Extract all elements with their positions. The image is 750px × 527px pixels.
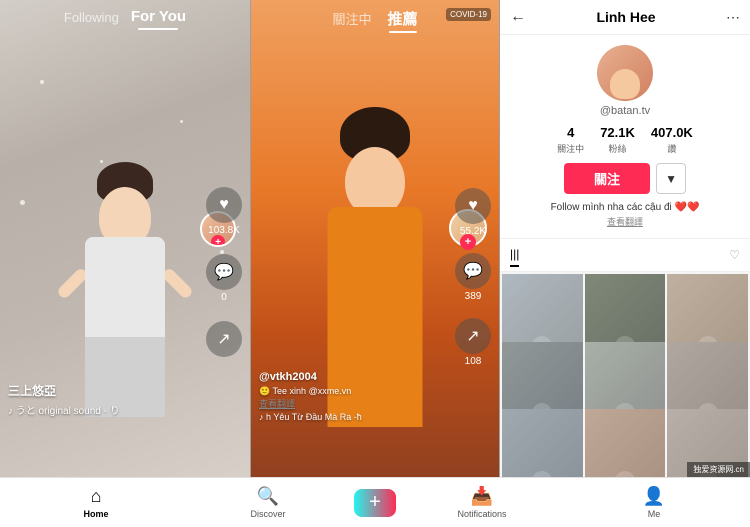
- tuijian-tab[interactable]: 推薦: [388, 11, 418, 28]
- comment-count: 0: [221, 292, 227, 303]
- music-note-icon: ♪: [8, 406, 13, 417]
- mid-comment-count: 389: [465, 291, 482, 302]
- tab-liked[interactable]: ♡: [729, 244, 740, 266]
- left-side-icons: ♥ 103.8K 💬 0 ↗: [206, 187, 242, 357]
- bottom-nav: ⌂ Home 🔍 Discover + 📥 Notifications 👤 Me: [0, 477, 750, 527]
- notifications-icon: 📥: [471, 486, 493, 507]
- mid-translate[interactable]: 查看翻譯: [259, 397, 444, 410]
- discover-icon: 🔍: [257, 486, 279, 507]
- mid-username[interactable]: @vtkh2004: [259, 371, 444, 383]
- mid-share-wrap[interactable]: ↗ 108: [455, 318, 491, 367]
- mid-comment-wrap[interactable]: 💬 389: [455, 253, 491, 302]
- nav-home[interactable]: ⌂ Home: [10, 486, 182, 519]
- dancer-arm-right: [161, 267, 194, 300]
- stat-followers: 72.1K 粉絲: [600, 125, 635, 155]
- video-thumb-8[interactable]: [585, 409, 666, 477]
- content-tabs: ||| ♡: [500, 239, 750, 272]
- mid-like-icon[interactable]: ♥: [455, 188, 491, 224]
- profile-bio: Follow mình nha các cậu đi ❤️❤️: [551, 202, 700, 213]
- back-button[interactable]: ←: [510, 8, 526, 26]
- notifications-label: Notifications: [457, 509, 506, 519]
- follow-dropdown-button[interactable]: ▼: [656, 163, 686, 194]
- guanzhu-tab[interactable]: 關注中: [332, 9, 371, 28]
- right-share-icon[interactable]: ⋯: [726, 9, 740, 26]
- nav-me[interactable]: 👤 Me: [568, 486, 740, 519]
- middle-figure: [285, 47, 465, 427]
- left-top-nav: Following For You: [0, 0, 250, 34]
- stat-likes-label: 讚: [667, 142, 676, 155]
- comment-button-wrap[interactable]: 💬 0: [206, 254, 242, 303]
- like-icon[interactable]: ♥: [206, 187, 242, 223]
- watermark: 独爱资源网.cn: [687, 462, 750, 477]
- tab-videos[interactable]: |||: [510, 243, 519, 267]
- profile-stats: 4 關注中 72.1K 粉絲 407.0K 讚: [557, 125, 693, 155]
- sparkle-3: [20, 200, 25, 205]
- comment-icon[interactable]: 💬: [206, 254, 242, 290]
- sparkle-1: [40, 80, 44, 84]
- home-icon: ⌂: [91, 486, 102, 507]
- nav-discover[interactable]: 🔍 Discover: [182, 486, 354, 519]
- mid-share-icon[interactable]: ↗: [455, 318, 491, 354]
- video-grid: 11.1K 30.4K 15.4K 16.8K: [500, 272, 750, 477]
- mid-like-wrap[interactable]: ♥ 55.2K: [455, 188, 491, 237]
- right-panel: ← Linh Hee ⋯ @batan.tv 4 關注中 72.1K 粉絲: [500, 0, 750, 477]
- left-creator-info: 三上悠亞 ♪ うと original sound - り: [8, 382, 120, 417]
- stat-followers-label: 粉絲: [609, 142, 627, 155]
- discover-label: Discover: [250, 509, 285, 519]
- stat-likes: 407.0K 讚: [651, 125, 693, 155]
- share-button-wrap[interactable]: ↗: [206, 321, 242, 357]
- nav-create-button[interactable]: +: [354, 489, 396, 517]
- profile-handle: @batan.tv: [600, 105, 650, 117]
- left-panel: Following For You + ♥ 103.8K: [0, 0, 250, 477]
- foryou-tab[interactable]: For You: [131, 8, 186, 25]
- stat-followers-value: 72.1K: [600, 125, 635, 140]
- profile-title: Linh Hee: [534, 9, 718, 25]
- mid-desc: 🙂 Tee xinh @xxme.vn: [259, 386, 444, 397]
- profile-avatar: [597, 45, 653, 101]
- me-label: Me: [648, 509, 661, 519]
- middle-side-icons: ♥ 55.2K 💬 389 ↗ 108: [455, 188, 491, 367]
- avatar-baby-figure: [610, 69, 640, 99]
- profile-translate[interactable]: 查看翻譯: [607, 215, 643, 228]
- foryou-underline: [138, 28, 178, 30]
- profile-section: @batan.tv 4 關注中 72.1K 粉絲 407.0K 讚 關注 ▼: [500, 35, 750, 239]
- covid-badge: COVID-19: [446, 8, 491, 21]
- mid-song: ♪ h Yêu Từ Đầu Mà Ra -ħ: [259, 412, 444, 422]
- dancing-figure: [45, 97, 205, 417]
- tuijian-underline: [389, 31, 417, 33]
- mid-like-count: 55.2K: [460, 226, 486, 237]
- middle-creator-info: @vtkh2004 🙂 Tee xinh @xxme.vn 查看翻譯 ♪ h Y…: [259, 371, 444, 422]
- profile-avatar-inner: [597, 45, 653, 101]
- stat-likes-value: 407.0K: [651, 125, 693, 140]
- nav-notifications[interactable]: 📥 Notifications: [396, 486, 568, 519]
- follow-button[interactable]: 關注: [564, 163, 650, 194]
- stat-following-label: 關注中: [557, 142, 584, 155]
- like-count: 103.8K: [208, 225, 240, 236]
- stat-following: 4 關注中: [557, 125, 584, 155]
- right-header: ← Linh Hee ⋯: [500, 0, 750, 35]
- follow-row: 關注 ▼: [564, 163, 686, 194]
- share-icon[interactable]: ↗: [206, 321, 242, 357]
- mid-share-count: 108: [465, 356, 482, 367]
- creator-name: 三上悠亞: [8, 382, 120, 399]
- home-label: Home: [83, 509, 108, 519]
- like-button-wrap[interactable]: ♥ 103.8K: [206, 187, 242, 236]
- creator-song: ♪ うと original sound - り: [8, 402, 120, 417]
- video-thumb-7[interactable]: [502, 409, 583, 477]
- stat-following-value: 4: [567, 125, 574, 140]
- following-tab[interactable]: Following: [64, 10, 119, 25]
- me-icon: 👤: [643, 486, 665, 507]
- middle-panel: 關注中 推薦 COVID-19 + ♥ 55.2K 💬: [250, 0, 500, 477]
- mid-comment-icon[interactable]: 💬: [455, 253, 491, 289]
- middle-top-nav: 關注中 推薦 COVID-19: [251, 0, 499, 37]
